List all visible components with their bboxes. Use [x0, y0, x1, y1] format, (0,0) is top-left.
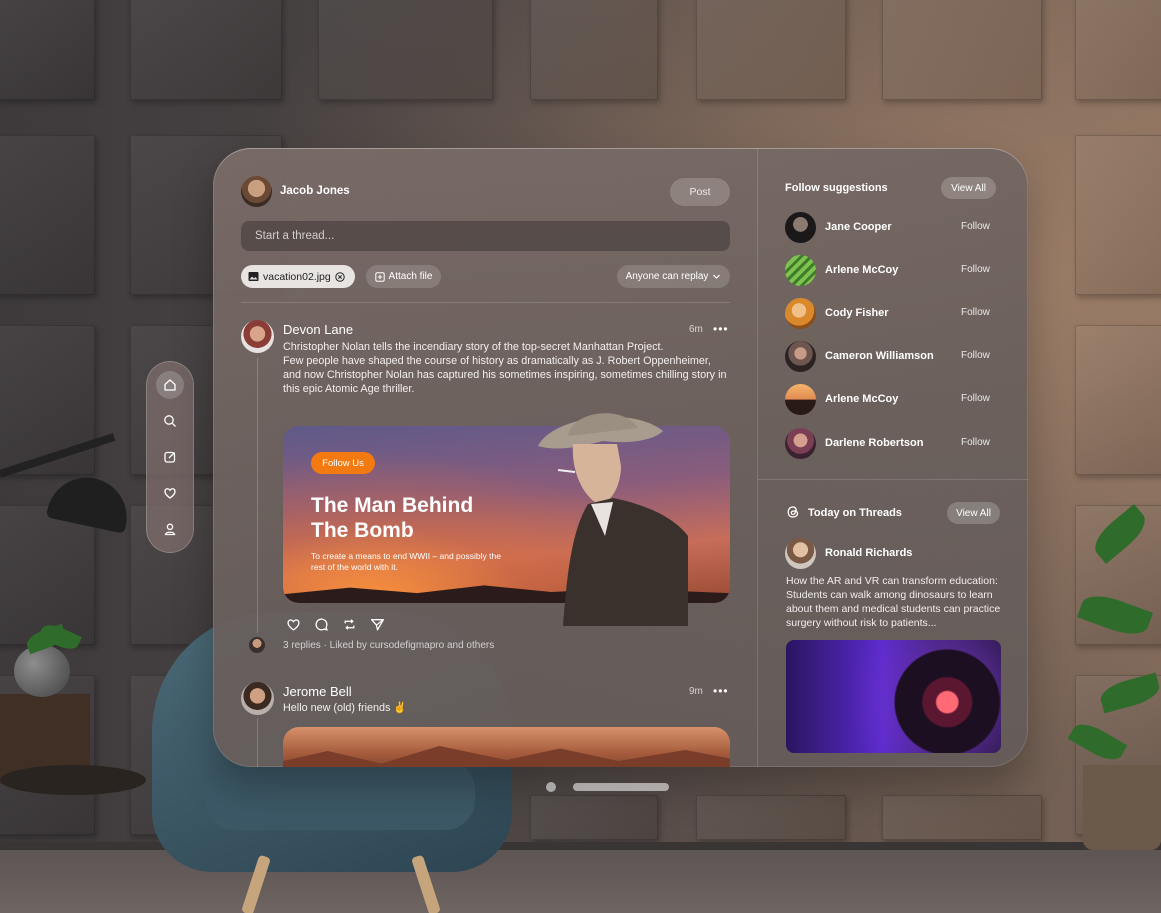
card-title-line: The Man Behind	[311, 494, 474, 517]
heart-icon	[164, 488, 176, 499]
card-title-line: The Bomb	[311, 519, 414, 542]
compose-user-name: Jacob Jones	[280, 185, 350, 197]
card-subtitle: To create a means to end WWII – and poss…	[311, 551, 501, 572]
reply-info[interactable]: 3 replies · Liked by cursodefigmapro and…	[283, 640, 494, 651]
suggestion-item: Cody Fisher Follow	[785, 298, 1000, 329]
follow-button[interactable]: Follow	[961, 307, 990, 318]
attach-icon	[374, 271, 385, 282]
today-author[interactable]: Ronald Richards	[825, 547, 912, 559]
heart-icon	[286, 618, 300, 631]
nav-activity[interactable]	[156, 479, 184, 507]
column-divider	[757, 148, 758, 767]
avatar[interactable]	[785, 538, 816, 569]
window-close-dot[interactable]	[546, 782, 556, 792]
divider	[241, 302, 730, 303]
search-icon	[164, 415, 176, 427]
repost-icon	[344, 618, 354, 630]
suggestion-item: Arlene McCoy Follow	[785, 384, 1000, 415]
today-text: How the AR and VR can transform educatio…	[786, 575, 1001, 629]
attach-file-label: Attach file	[388, 271, 433, 282]
compose-icon	[164, 451, 176, 463]
avatar[interactable]	[785, 212, 816, 243]
nav-profile[interactable]	[156, 515, 184, 543]
post-author[interactable]: Jerome Bell	[283, 684, 352, 699]
avatar[interactable]	[785, 341, 816, 372]
thread-line	[257, 718, 258, 767]
avatar[interactable]	[785, 384, 816, 415]
follow-button[interactable]: Follow	[961, 264, 990, 275]
plant-pot	[1083, 765, 1161, 850]
follow-button[interactable]: Follow	[961, 350, 990, 361]
reply-permission-label: Anyone can replay	[625, 271, 709, 282]
chevron-down-icon	[713, 274, 721, 279]
view-all-suggestions-button[interactable]: View All	[941, 177, 996, 199]
follow-suggestions-title: Follow suggestions	[785, 182, 888, 194]
thread-line	[257, 358, 258, 633]
post-author[interactable]: Devon Lane	[283, 322, 353, 337]
comment-icon	[315, 618, 328, 631]
post-text-line: Christopher Nolan tells the incendiary s…	[283, 341, 664, 353]
follow-button[interactable]: Follow	[961, 437, 990, 448]
nav-compose[interactable]	[156, 443, 184, 471]
vase	[14, 645, 70, 697]
suggestion-item: Jane Cooper Follow	[785, 212, 1000, 243]
thread-input[interactable]	[241, 221, 730, 251]
suggestion-name[interactable]: Arlene McCoy	[825, 264, 898, 276]
today-image[interactable]	[786, 640, 1001, 753]
repost-button[interactable]	[341, 616, 357, 632]
avatar	[249, 637, 265, 653]
avatar[interactable]	[241, 176, 272, 207]
suggestion-name[interactable]: Arlene McCoy	[825, 393, 898, 405]
reply-permission-dropdown[interactable]: Anyone can replay	[617, 265, 730, 288]
follow-us-badge[interactable]: Follow Us	[311, 452, 375, 474]
attachment-name: vacation02.jpg	[263, 270, 331, 283]
post-image[interactable]	[283, 727, 730, 767]
post-text: Hello new (old) friends ✌	[283, 702, 407, 714]
post-actions	[285, 616, 385, 632]
suggestion-name[interactable]: Cody Fisher	[825, 307, 889, 319]
threads-window: Jacob Jones Post vacation02.jpg Attach f…	[213, 148, 1028, 767]
suggestion-name[interactable]: Jane Cooper	[825, 221, 892, 233]
follow-button[interactable]: Follow	[961, 221, 990, 232]
suggestion-name[interactable]: Darlene Robertson	[825, 437, 923, 449]
image-icon	[248, 272, 259, 281]
post-time: 9m	[689, 686, 703, 697]
avatar[interactable]	[785, 428, 816, 459]
today-on-threads-title: Today on Threads	[808, 507, 902, 519]
section-divider	[758, 479, 1028, 480]
suggestion-name[interactable]: Cameron Williamson	[825, 350, 934, 362]
avatar[interactable]	[241, 320, 274, 353]
share-button[interactable]	[369, 616, 385, 632]
post-time: 6m	[689, 324, 703, 335]
attachment-chip[interactable]: vacation02.jpg	[241, 265, 355, 288]
attach-file-button[interactable]: Attach file	[366, 265, 441, 288]
send-icon	[370, 618, 384, 630]
suggestion-item: Darlene Robertson Follow	[785, 428, 1000, 459]
like-button[interactable]	[285, 616, 301, 632]
follow-button[interactable]: Follow	[961, 393, 990, 404]
side-navigation	[146, 361, 194, 553]
home-icon	[164, 379, 176, 391]
avatar[interactable]	[241, 682, 274, 715]
nav-search[interactable]	[156, 407, 184, 435]
reply-button[interactable]	[313, 616, 329, 632]
avatar[interactable]	[785, 255, 816, 286]
card-title: The Man Behind The Bomb	[311, 493, 541, 543]
window-drag-bar[interactable]	[573, 783, 669, 791]
more-options-icon[interactable]: •••	[713, 684, 729, 698]
profile-icon	[164, 523, 176, 536]
nav-home[interactable]	[156, 371, 184, 399]
portrait-illustration	[538, 413, 688, 626]
view-all-today-button[interactable]: View All	[947, 502, 1000, 524]
suggestion-item: Arlene McCoy Follow	[785, 255, 1000, 286]
suggestion-item: Cameron Williamson Follow	[785, 341, 1000, 372]
post-button[interactable]: Post	[670, 178, 730, 206]
more-options-icon[interactable]: •••	[713, 322, 729, 336]
threads-logo-icon	[787, 506, 799, 518]
remove-attachment-icon[interactable]	[335, 271, 345, 282]
avatar[interactable]	[785, 298, 816, 329]
